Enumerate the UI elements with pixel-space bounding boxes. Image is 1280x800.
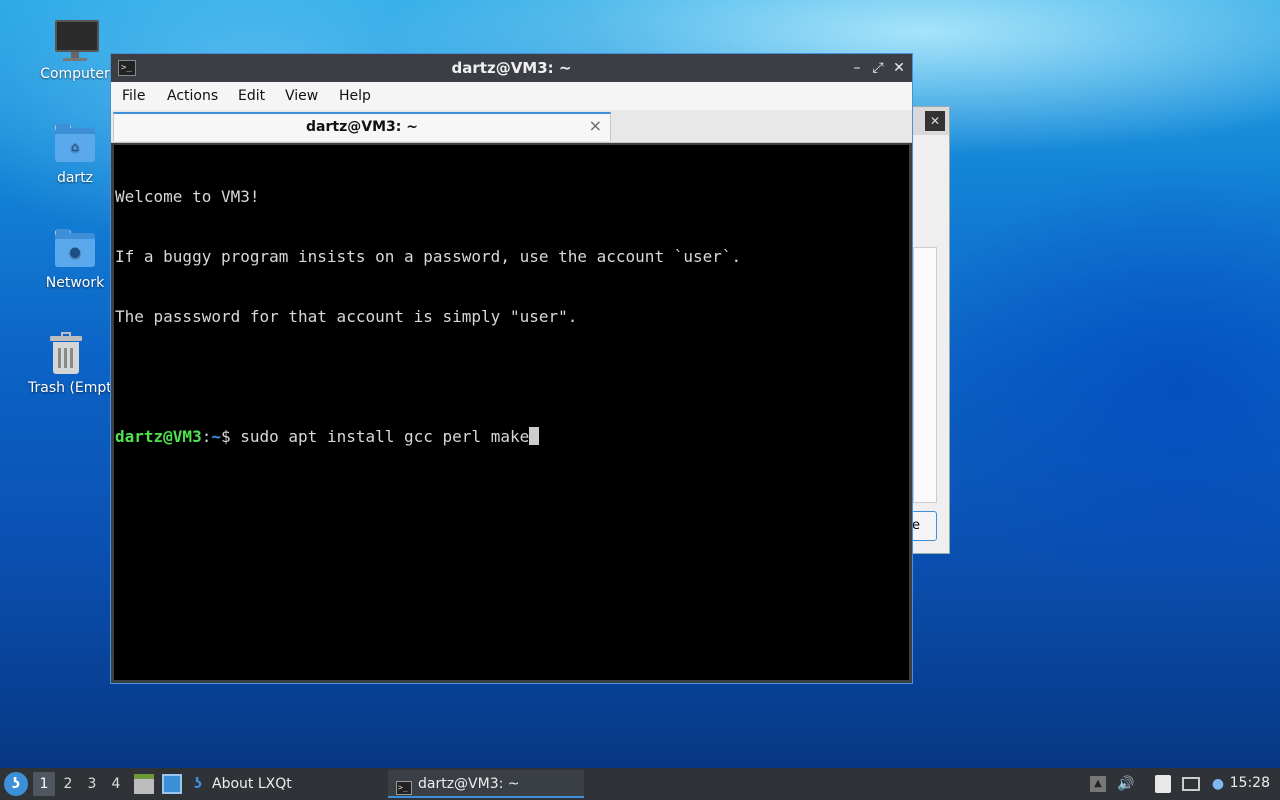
terminal-window: >_ dartz@VM3: ~ – ⤢ ✕ File Actions Edit … [110,53,913,684]
background-dialog-titlebar: ✕ [909,107,949,135]
minimize-icon[interactable]: – [848,58,866,78]
file-manager-icon[interactable] [134,774,154,794]
tab-close-icon[interactable]: × [589,116,602,135]
window-titlebar[interactable]: >_ dartz@VM3: ~ – ⤢ ✕ [111,54,912,82]
menu-actions[interactable]: Actions [167,88,218,104]
show-desktop-icon[interactable] [162,774,182,794]
workspace-3[interactable]: 3 [81,772,103,796]
command-input[interactable]: sudo apt install gcc perl make [240,427,529,446]
tab-terminal[interactable]: dartz@VM3: ~ × [113,112,611,141]
desktop-icon-label: Trash (Empty) [28,380,112,396]
prompt-path: ~ [211,427,221,446]
menu-help[interactable]: Help [339,88,371,104]
terminal-output[interactable]: Welcome to VM3! If a buggy program insis… [114,145,909,680]
task-label: dartz@VM3: ~ [418,776,520,792]
output-line: The passsword for that account is simply… [115,307,578,326]
tab-strip: dartz@VM3: ~ × [111,110,912,143]
terminal-icon: >_ [396,781,412,795]
prompt-line: dartz@VM3:~$ sudo apt install gcc perl m… [115,427,909,447]
menu-view[interactable]: View [285,88,318,104]
lxqt-menu-icon[interactable]: ʖ [4,772,28,796]
close-icon[interactable]: ✕ [925,111,945,131]
menu-file[interactable]: File [122,88,145,104]
menu-bar: File Actions Edit View Help [111,82,912,110]
output-line: If a buggy program insists on a password… [115,247,742,266]
output-line: Welcome to VM3! [115,187,260,206]
task-label: About LXQt [212,776,292,792]
workspace-2[interactable]: 2 [57,772,79,796]
network-tray-icon[interactable] [1182,777,1200,791]
taskbar: ʖ 1 2 3 4 ʖ About LXQt >_ dartz@VM3: ~ ▲ 🔊… [0,768,1280,800]
lxqt-icon: ʖ [194,776,203,792]
clock[interactable]: 15:28 [1230,775,1270,791]
home-folder-icon: ⌂ [53,122,97,166]
tray-up-arrow-icon[interactable]: ▲ [1090,776,1106,792]
prompt-symbol: $ [220,427,241,446]
task-terminal[interactable]: >_ dartz@VM3: ~ [388,770,584,798]
desktop-icon-trash[interactable]: Trash (Empty) [20,332,112,396]
menu-edit[interactable]: Edit [238,88,265,104]
clipboard-icon[interactable] [1155,775,1171,793]
window-title: dartz@VM3: ~ [451,59,572,77]
trash-icon [44,332,88,376]
task-about-lxqt[interactable]: ʖ About LXQt [190,770,380,798]
network-folder-icon: ● [53,227,97,271]
background-dialog: ✕ e [908,106,950,554]
computer-icon [53,18,99,62]
tab-label: dartz@VM3: ~ [306,119,418,135]
close-icon[interactable]: ✕ [890,58,908,78]
prompt-user-host: dartz@VM3 [115,427,202,446]
background-dialog-button[interactable]: e [911,511,937,541]
maximize-icon[interactable]: ⤢ [869,58,887,78]
workspace-4[interactable]: 4 [105,772,127,796]
volume-icon[interactable]: 🔊 [1116,774,1136,794]
prompt-separator: : [201,427,212,446]
workspace-1[interactable]: 1 [33,772,55,796]
notification-icon[interactable]: ● [1208,774,1228,794]
text-cursor [529,427,540,445]
background-dialog-panel [913,247,937,503]
